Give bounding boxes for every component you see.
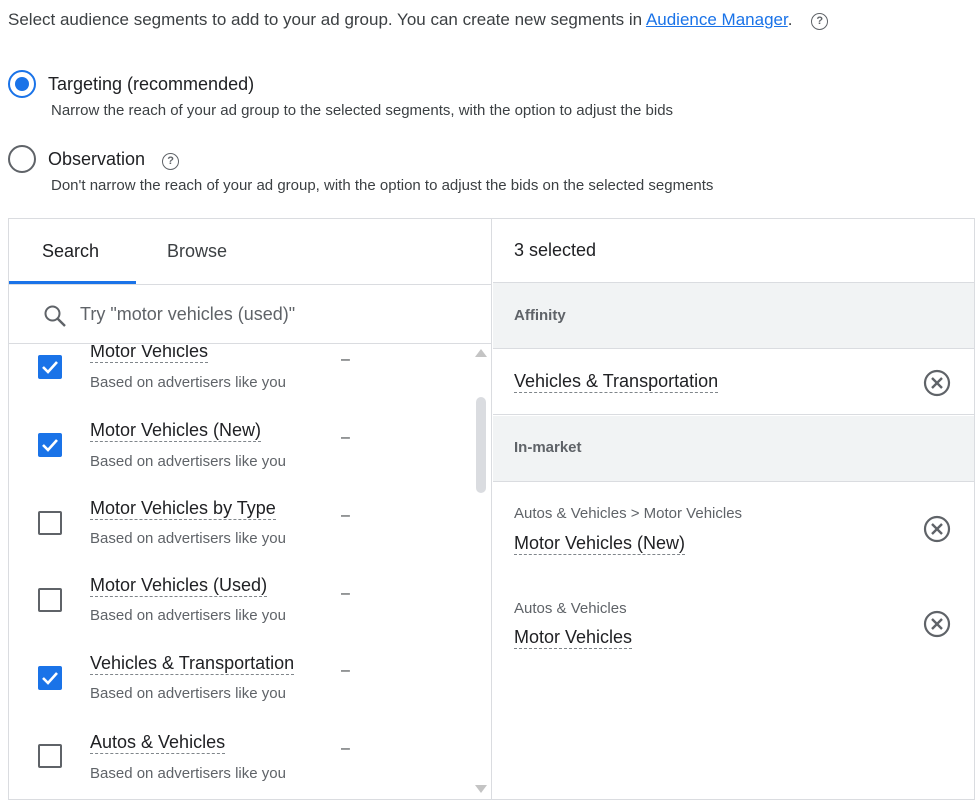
item-metric: – — [341, 585, 350, 602]
check-icon — [42, 439, 58, 452]
observation-help-icon[interactable]: ? — [162, 152, 180, 170]
checkbox-unchecked[interactable] — [38, 588, 62, 612]
item-metric: – — [341, 740, 350, 757]
item-subtitle: Based on advertisers like you — [90, 453, 286, 470]
list-item[interactable]: Autos & Vehicles Based on advertisers li… — [9, 728, 469, 799]
checkbox-checked[interactable] — [38, 433, 62, 457]
segment-picker-panel: Search Browse Motor Vehicles Based on ad… — [8, 218, 975, 800]
category-label: In-market — [514, 439, 582, 456]
selected-item-name[interactable]: Vehicles & Transportation — [514, 371, 719, 393]
category-affinity: Affinity — [493, 283, 974, 349]
targeting-radio[interactable] — [8, 70, 36, 98]
segment-list: Motor Vehicles Based on advertisers like… — [9, 345, 491, 799]
selected-segments-pane: 3 selected Affinity Vehicles & Transport… — [493, 219, 974, 799]
scroll-down-arrow[interactable] — [475, 785, 487, 793]
item-subtitle: Based on advertisers like you — [90, 765, 286, 782]
scroll-up-arrow[interactable] — [475, 349, 487, 357]
tab-browse[interactable]: Browse — [167, 241, 227, 262]
item-title[interactable]: Motor Vehicles (New) — [90, 420, 262, 442]
list-item[interactable]: Vehicles & Transportation Based on adver… — [9, 650, 469, 728]
audience-manager-link[interactable]: Audience Manager — [646, 10, 788, 29]
list-item[interactable]: Motor Vehicles (New) Based on advertiser… — [9, 417, 469, 495]
check-icon — [42, 361, 58, 374]
targeting-label: Targeting (recommended) — [48, 73, 255, 94]
selected-item: Vehicles & Transportation — [493, 349, 974, 415]
selected-count: 3 selected — [514, 240, 597, 260]
targeting-description: Narrow the reach of your ad group to the… — [51, 102, 674, 119]
item-metric: – — [341, 429, 350, 446]
scrollbar-thumb[interactable] — [476, 397, 486, 493]
intro-sentence: Select audience segments to add to your … — [8, 10, 643, 29]
item-title[interactable]: Vehicles & Transportation — [90, 653, 295, 675]
intro-period: . — [787, 10, 793, 29]
search-icon — [44, 305, 66, 327]
selected-item-path: Autos & Vehicles — [514, 600, 627, 617]
category-in-market: In-market — [493, 416, 974, 482]
list-item[interactable]: Motor Vehicles (Used) Based on advertise… — [9, 573, 469, 651]
item-metric: – — [341, 351, 350, 368]
item-metric: – — [341, 662, 350, 679]
selected-item-path: Autos & Vehicles > Motor Vehicles — [514, 505, 743, 522]
segment-search-pane: Search Browse Motor Vehicles Based on ad… — [9, 219, 492, 799]
tab-bar: Search Browse — [9, 219, 491, 285]
active-tab-indicator — [9, 281, 136, 284]
item-metric: – — [341, 507, 350, 524]
item-title[interactable]: Motor Vehicles by Type — [90, 498, 276, 520]
selected-item: Autos & Vehicles Motor Vehicles — [493, 576, 974, 670]
remove-circle-icon[interactable] — [923, 369, 951, 397]
observation-label: Observation — [48, 148, 146, 169]
search-input[interactable] — [80, 299, 460, 329]
selected-header: 3 selected — [493, 219, 974, 283]
intro-text: Select audience segments to add to your … — [8, 10, 829, 30]
selected-item-name[interactable]: Motor Vehicles — [514, 627, 633, 649]
category-label: Affinity — [514, 307, 566, 324]
remove-circle-icon[interactable] — [923, 610, 951, 638]
item-title[interactable]: Motor Vehicles — [90, 345, 209, 363]
checkbox-checked[interactable] — [38, 355, 62, 379]
observation-label-wrap: Observation ? — [48, 148, 180, 170]
targeting-option[interactable]: Targeting (recommended) — [8, 70, 254, 98]
checkbox-unchecked[interactable] — [38, 511, 62, 535]
item-subtitle: Based on advertisers like you — [90, 685, 286, 702]
check-icon — [42, 672, 58, 685]
checkbox-checked[interactable] — [38, 666, 62, 690]
item-title[interactable]: Autos & Vehicles — [90, 732, 226, 754]
observation-radio[interactable] — [8, 145, 36, 173]
item-subtitle: Based on advertisers like you — [90, 530, 286, 547]
list-item[interactable]: Motor Vehicles Based on advertisers like… — [9, 345, 469, 417]
help-icon[interactable]: ? — [811, 13, 829, 30]
list-item[interactable]: Motor Vehicles by Type Based on advertis… — [9, 495, 469, 573]
selected-item-name[interactable]: Motor Vehicles (New) — [514, 533, 686, 555]
item-subtitle: Based on advertisers like you — [90, 607, 286, 624]
tab-search[interactable]: Search — [42, 241, 99, 262]
search-bar — [9, 285, 491, 344]
observation-option[interactable]: Observation ? — [8, 145, 180, 173]
item-subtitle: Based on advertisers like you — [90, 374, 286, 391]
observation-description: Don't narrow the reach of your ad group,… — [51, 177, 714, 194]
item-title[interactable]: Motor Vehicles (Used) — [90, 575, 268, 597]
remove-circle-icon[interactable] — [923, 515, 951, 543]
checkbox-unchecked[interactable] — [38, 744, 62, 768]
selected-item: Autos & Vehicles > Motor Vehicles Motor … — [493, 482, 974, 576]
